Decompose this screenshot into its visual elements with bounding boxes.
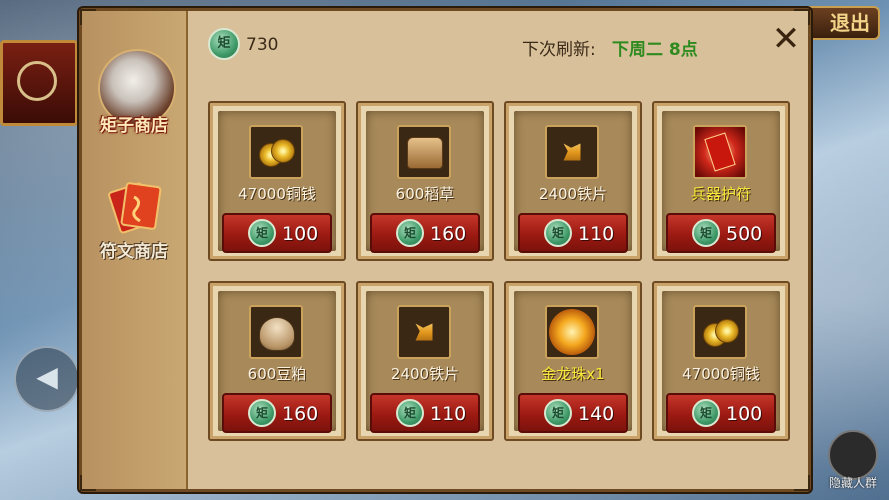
item-name: 47000铜钱 [682,365,760,383]
sidebar-item-rune-shop[interactable]: 符文商店 [88,169,180,279]
weapon-talisman-icon [693,125,747,179]
sidebar-item-juzi-shop[interactable]: 矩子商店 [88,49,180,159]
shop-item-inner: 47000铜钱 矩 100 [218,111,336,253]
left-arrow-icon[interactable]: ◀ [14,346,80,412]
item-name: 金龙珠x1 [541,365,605,383]
flag-emblem-icon [17,61,57,101]
juzi-coin-icon: 矩 [248,399,276,427]
item-name: 2400铁片 [538,185,608,203]
juzi-coin-icon: 矩 [544,219,572,247]
shop-header: 矩 730 下次刷新: 下周二 8点 ✕ [188,11,808,71]
close-icon[interactable]: ✕ [768,21,804,57]
juzi-coin-icon: 矩 [544,399,572,427]
banner-flag [0,40,78,126]
shop-item-card[interactable]: 47000铜钱 矩 100 [652,281,790,441]
buy-button[interactable]: 矩 100 [222,213,332,253]
silhouette-icon [828,430,878,480]
shop-item-card[interactable]: 600稻草 矩 160 [356,101,494,261]
item-name: 600稻草 [395,185,455,203]
shop-item-card[interactable]: 金龙珠x1 矩 140 [504,281,642,441]
item-price: 160 [430,223,467,245]
sidebar-item-label: 符文商店 [100,242,168,262]
item-name: 47000铜钱 [238,185,316,203]
item-name: 2400铁片 [390,365,460,383]
shop-item-card[interactable]: 2400铁片 矩 110 [356,281,494,441]
juzi-coin-icon: 矩 [396,219,424,247]
item-price: 140 [578,403,615,425]
buy-button[interactable]: 矩 110 [518,213,628,253]
bean-sack-icon [249,305,303,359]
shop-item-inner: 600稻草 矩 160 [366,111,484,253]
scroll-icon [108,182,162,234]
golden-dragon-pearl-icon [545,305,599,359]
buy-button[interactable]: 矩 160 [222,393,332,433]
copper-coins-icon [249,125,303,179]
item-price: 110 [430,403,467,425]
straw-bale-icon [397,125,451,179]
shop-item-inner: 2400铁片 矩 110 [514,111,632,253]
shop-item-card[interactable]: 2400铁片 矩 110 [504,101,642,261]
juzi-coin-icon: 矩 [692,399,720,427]
shop-panel: 矩子商店 符文商店 矩 730 下次刷新: 下周二 8点 ✕ 47000铜钱 矩… [79,8,811,492]
juzi-coin-icon: 矩 [692,219,720,247]
shop-item-inner: 600豆粕 矩 160 [218,291,336,433]
exit-button[interactable]: 退出 [800,6,880,40]
juzi-coin-icon: 矩 [396,399,424,427]
shop-item-card[interactable]: 600豆粕 矩 160 [208,281,346,441]
item-price: 110 [578,223,615,245]
buy-button[interactable]: 矩 140 [518,393,628,433]
buy-button[interactable]: 矩 110 [370,393,480,433]
buy-button[interactable]: 矩 100 [666,393,776,433]
hide-crowd-button[interactable]: 隐藏人群 [818,430,884,492]
shop-item-inner: 47000铜钱 矩 100 [662,291,780,433]
iron-shards-icon [397,305,451,359]
hide-crowd-label: 隐藏人群 [828,476,877,490]
item-price: 160 [282,403,319,425]
shop-item-card[interactable]: 兵器护符 矩 500 [652,101,790,261]
currency-amount: 730 [246,35,279,55]
sidebar-item-label: 矩子商店 [100,116,168,136]
shop-item-card[interactable]: 47000铜钱 矩 100 [208,101,346,261]
shop-item-inner: 金龙珠x1 矩 140 [514,291,632,433]
refresh-label: 下次刷新: [522,40,596,60]
juzi-coin-icon: 矩 [208,28,240,60]
shop-sidebar: 矩子商店 符文商店 [82,11,188,489]
item-price: 100 [282,223,319,245]
iron-shards-icon [545,125,599,179]
shop-item-inner: 兵器护符 矩 500 [662,111,780,253]
item-name: 600豆粕 [247,365,307,383]
copper-coins-icon [693,305,747,359]
item-name: 兵器护符 [690,185,751,203]
refresh-time: 下周二 8点 [612,40,698,60]
shop-content: 矩 730 下次刷新: 下周二 8点 ✕ 47000铜钱 矩 100 600稻草 [188,11,808,489]
shop-item-inner: 2400铁片 矩 110 [366,291,484,433]
buy-button[interactable]: 矩 500 [666,213,776,253]
buy-button[interactable]: 矩 160 [370,213,480,253]
item-price: 500 [726,223,763,245]
item-price: 100 [726,403,763,425]
juzi-coin-icon: 矩 [248,219,276,247]
